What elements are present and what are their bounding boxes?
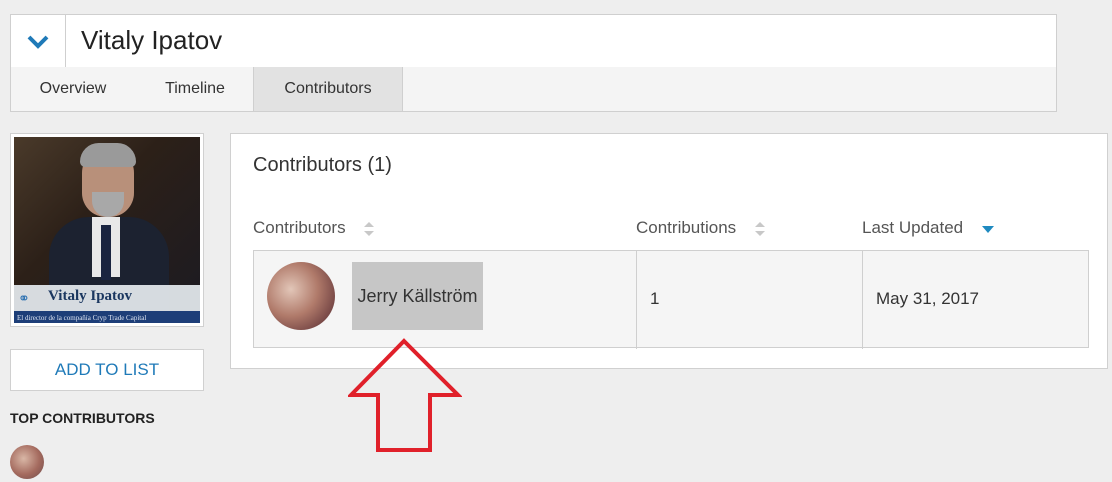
- annotation-arrow-up-icon: [348, 338, 462, 452]
- photo-subcaption: El director de la compañía Cryp Trade Ca…: [14, 311, 200, 323]
- add-to-list-button[interactable]: ADD TO LIST: [10, 349, 204, 391]
- sort-icon: [364, 221, 375, 236]
- last-updated-date: May 31, 2017: [876, 289, 980, 308]
- contributor-avatar[interactable]: [267, 262, 335, 330]
- sort-descending-icon: [981, 225, 994, 233]
- column-header-last-updated[interactable]: Last Updated: [862, 218, 994, 238]
- sort-icon: [754, 221, 765, 236]
- company-logo-icon: ⚭: [18, 290, 30, 306]
- contributors-panel: Contributors (1) Contributors Contributi…: [230, 133, 1108, 369]
- panel-title: Contributors (1): [253, 154, 392, 176]
- contributions-count: 1: [650, 289, 660, 308]
- contributor-name-link[interactable]: Jerry Källström: [352, 262, 483, 330]
- page-title: Vitaly Ipatov: [81, 25, 223, 55]
- tab-contributors[interactable]: Contributors: [253, 67, 403, 111]
- table-row: Jerry Källström 1 May 31, 2017: [253, 250, 1089, 349]
- top-contributor-avatar[interactable]: [10, 445, 44, 479]
- top-contributors-heading: TOP CONTRIBUTORS: [10, 410, 155, 426]
- chevron-down-icon: [27, 35, 49, 49]
- profile-header: Vitaly Ipatov: [10, 14, 1057, 68]
- tab-timeline[interactable]: Timeline: [149, 67, 241, 111]
- tab-bar: Overview Timeline Contributors: [10, 67, 1057, 112]
- photo-caption: Vitaly Ipatov: [48, 288, 133, 304]
- collapse-toggle[interactable]: [11, 15, 66, 67]
- profile-photo: ⚭ Vitaly Ipatov El director de la compañ…: [10, 133, 204, 327]
- tab-overview[interactable]: Overview: [25, 67, 121, 111]
- column-header-contributors[interactable]: Contributors: [253, 218, 375, 238]
- column-header-contributions[interactable]: Contributions: [636, 218, 765, 238]
